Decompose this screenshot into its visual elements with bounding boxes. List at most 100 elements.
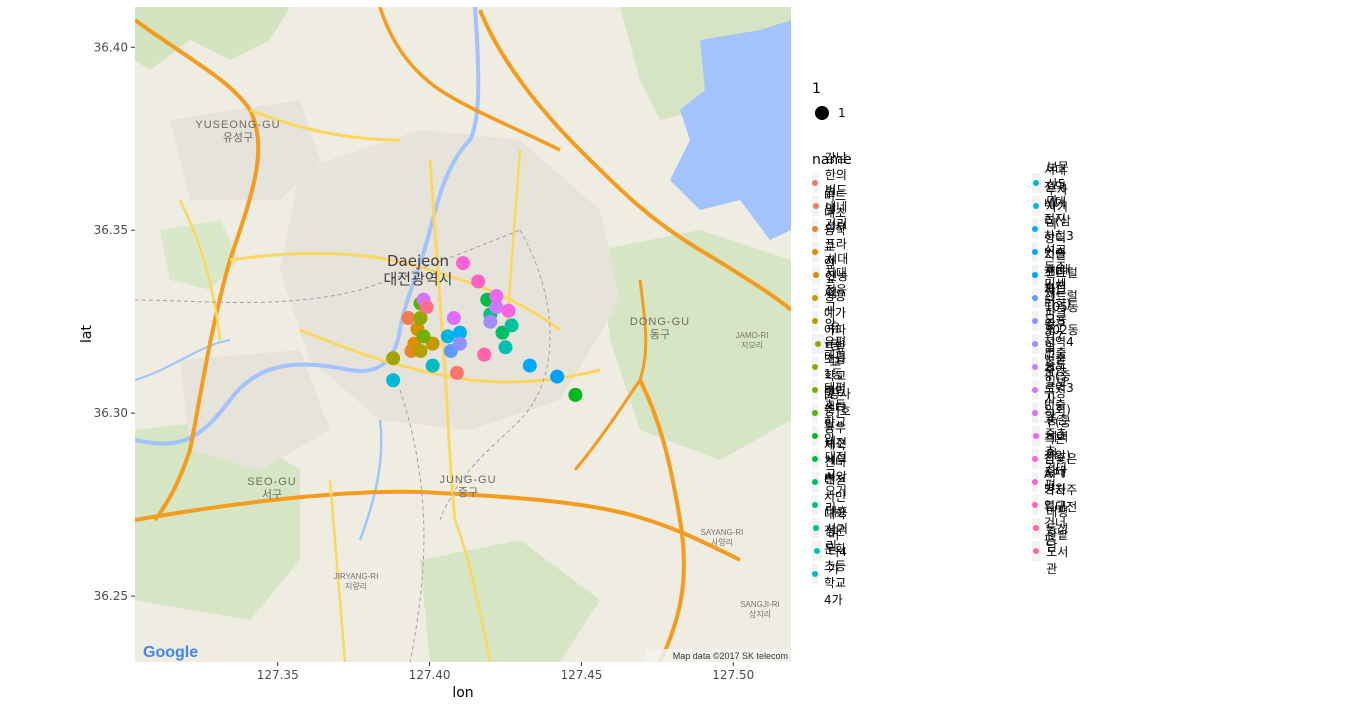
data-point <box>452 336 467 351</box>
legend-dot <box>812 410 819 416</box>
data-point <box>483 314 498 329</box>
map-label-ko: 동구 <box>650 328 670 341</box>
x-tick-label: 127.50 <box>712 668 754 682</box>
legend-key <box>812 426 818 446</box>
legend-dot <box>812 433 818 439</box>
legend-dot <box>1033 548 1040 554</box>
city-label-en: Daejeon <box>387 252 449 270</box>
legend-key <box>812 380 818 400</box>
legend-key <box>1032 472 1038 492</box>
data-point <box>550 369 565 384</box>
data-point <box>440 329 455 344</box>
map-label-ko: 사양리 <box>711 538 733 547</box>
legend-key <box>1032 173 1041 193</box>
legend-dot <box>812 180 819 186</box>
map-label-en: DONG-GU <box>630 316 690 328</box>
legend-key <box>812 242 819 262</box>
legend-label: 한밭도서관 <box>1046 527 1069 576</box>
legend-dot <box>812 318 818 324</box>
map-label-ko: 지모리 <box>741 341 763 350</box>
legend-key <box>1032 288 1039 308</box>
legend-key <box>812 311 818 331</box>
legend-key <box>812 265 821 285</box>
legend-key <box>812 449 819 469</box>
map-label-en: JUNG-GU <box>439 474 496 486</box>
map-label-en: JAMO-RI <box>736 331 769 340</box>
size-legend-dot <box>815 106 829 120</box>
legend-item: 문화초등학교4가 <box>812 542 849 607</box>
x-axis-title: lon <box>452 685 473 701</box>
legend-dot <box>1032 502 1038 508</box>
legend-key <box>1032 334 1039 354</box>
size-legend-item: 1 <box>812 102 846 124</box>
legend-dot <box>1032 387 1039 393</box>
google-logo: Google <box>143 644 198 661</box>
data-point <box>419 300 434 315</box>
legend-dot <box>1032 249 1038 255</box>
legend-key <box>812 564 818 584</box>
legend-key <box>1032 311 1039 331</box>
data-point <box>568 387 583 402</box>
legend-key <box>812 196 820 216</box>
legend-dot <box>1033 525 1040 531</box>
legend-key <box>812 288 819 308</box>
data-point <box>489 289 504 304</box>
y-tick-label: 36.25 <box>94 589 128 603</box>
legend-key <box>812 541 823 561</box>
map-label-ko: 유성구 <box>223 131 253 144</box>
legend-dot <box>812 479 819 485</box>
x-tick-label: 127.40 <box>409 668 451 682</box>
legend-dot <box>812 456 819 462</box>
legend-dot <box>1032 410 1038 416</box>
legend-dot <box>812 249 819 255</box>
legend-dot <box>812 571 818 577</box>
legend-key <box>812 173 819 193</box>
legend-key <box>1032 265 1039 285</box>
legend-dot <box>1032 456 1039 462</box>
x-axis: 127.35 127.40 127.45 127.50 <box>257 662 754 682</box>
legend-dot <box>1032 318 1039 324</box>
legend-label: 문화초등학교4가 <box>824 542 847 607</box>
legend-key <box>812 219 818 239</box>
legend-key <box>1032 357 1038 377</box>
data-point <box>501 303 516 318</box>
legend-dot <box>1032 479 1038 485</box>
legend-dot <box>1033 433 1040 439</box>
legend-dot <box>812 226 818 232</box>
chart-svg: YUSEONG-GU 유성구 DONG-GU 동구 SEO-GU 서구 JUNG… <box>79 7 791 701</box>
legend-key <box>1032 219 1038 239</box>
data-point <box>471 274 486 289</box>
legend-key <box>1032 426 1041 446</box>
map-label-ko: 상지리 <box>749 609 771 619</box>
legend-dot <box>1032 295 1039 301</box>
data-point <box>401 311 416 326</box>
map-label-en: SAYANG-RI <box>701 528 744 537</box>
data-point <box>504 318 519 333</box>
data-point <box>425 358 440 373</box>
data-point <box>456 256 470 271</box>
legend-key <box>812 518 820 538</box>
legend-key <box>1032 518 1041 538</box>
legend-key <box>1032 242 1038 262</box>
size-legend-label: 1 <box>838 106 846 120</box>
size-legend-title: 1 <box>812 81 821 97</box>
legend-dot <box>812 525 819 531</box>
legend-dot <box>812 502 818 508</box>
map-label-ko: 중구 <box>458 486 478 499</box>
legend-key <box>1032 403 1038 423</box>
legend-dot <box>1032 364 1038 370</box>
data-point <box>386 351 401 366</box>
map-label-en: YUSEONG-GU <box>195 119 280 131</box>
legend-dot <box>1032 203 1039 209</box>
data-point <box>416 329 431 344</box>
legend-key <box>1032 495 1038 515</box>
legend-dot <box>1032 341 1039 347</box>
legend-key <box>1032 541 1041 561</box>
legend-dot <box>1033 180 1040 186</box>
legend-key <box>812 495 818 515</box>
legend-key <box>1032 449 1039 469</box>
legend-key <box>812 334 824 354</box>
legend-dot <box>1032 272 1039 278</box>
data-point <box>522 358 537 373</box>
legend-dot <box>814 341 821 347</box>
